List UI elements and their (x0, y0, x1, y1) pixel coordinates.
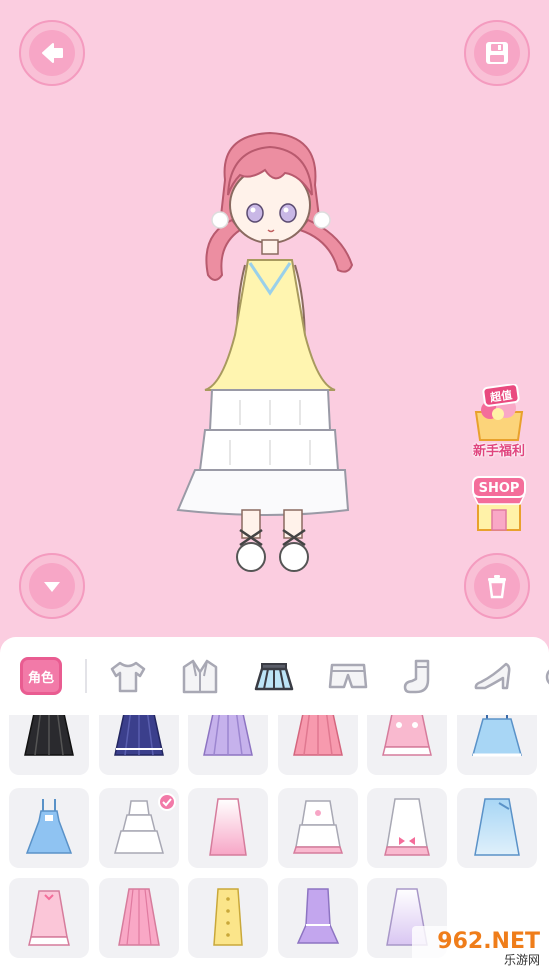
jacket-icon (182, 659, 218, 694)
skirt-item-icon (203, 715, 253, 756)
skirt-white-bow-long[interactable] (367, 788, 447, 868)
skirt-item-icon (293, 715, 343, 756)
back-button[interactable] (19, 20, 85, 86)
skirt-pink-bunny[interactable] (367, 715, 447, 775)
skirt-pink-pleated[interactable] (278, 715, 358, 775)
skirt-item-icon (384, 798, 430, 856)
skirt-blue-star-long[interactable] (457, 788, 537, 868)
skirt-item-icon (474, 798, 520, 856)
dressup-stage: 超值 新手福利 SHOP (0, 0, 549, 640)
tab-divider (85, 659, 87, 693)
skirt-item-icon (296, 888, 340, 944)
shorts-icon (328, 663, 368, 689)
tab-tops[interactable] (106, 655, 150, 699)
skirt-blue-suspender[interactable] (457, 715, 537, 775)
skirt-lavender-pleated[interactable] (188, 715, 268, 775)
watermark-subtitle: 乐游网 (503, 953, 540, 967)
skirt-item-icon (209, 798, 247, 856)
sock-icon (403, 659, 430, 694)
shop-label: SHOP (479, 481, 520, 496)
skirt-item-icon (292, 800, 344, 854)
trash-icon (474, 563, 520, 609)
clear-outfit-button[interactable] (464, 553, 530, 619)
skirt-pink-bow-long[interactable] (9, 878, 89, 958)
skirt-pink-pleated-long[interactable] (99, 878, 179, 958)
gift-basket-icon: 超值 (474, 384, 524, 441)
shop-store-icon: SHOP (472, 476, 526, 531)
site-watermark-logo: 962.NET 乐游网 (412, 926, 546, 972)
partial-tab-icon (545, 669, 549, 685)
tab-socks[interactable] (398, 655, 442, 699)
skirt-icon (254, 663, 294, 691)
skirt-navy-pleated[interactable] (99, 715, 179, 775)
skirt-item-icon (28, 890, 70, 946)
welfare-label: 新手福利 (472, 444, 525, 459)
back-arrow-icon (29, 30, 75, 76)
skirt-purple-mermaid[interactable] (278, 878, 358, 958)
selected-check-icon (158, 793, 176, 811)
skirt-item-icon (114, 715, 164, 756)
skirt-black-pleated[interactable] (9, 715, 89, 775)
character-avatar (176, 131, 354, 572)
skirt-item-icon (24, 715, 74, 756)
skirt-white-tiered[interactable] (99, 788, 179, 868)
collapse-panel-button[interactable] (19, 553, 85, 619)
tab-jackets[interactable] (178, 655, 222, 699)
skirt-pink-gradient-long[interactable] (188, 788, 268, 868)
tab-shorts[interactable] (326, 655, 370, 699)
shirt-icon (110, 661, 146, 693)
skirt-white-ruffle-pink[interactable] (278, 788, 358, 868)
watermark-brand: 962.NET (437, 929, 540, 954)
shop-button[interactable]: SHOP (462, 474, 536, 532)
save-button[interactable] (464, 20, 530, 86)
skirt-item-icon (382, 715, 432, 756)
skirt-yellow-button[interactable] (188, 878, 268, 958)
dress-item-icon (25, 799, 73, 854)
skirt-item-icon (213, 888, 243, 946)
chevron-down-icon (29, 563, 75, 609)
tab-role[interactable]: 角色 (20, 657, 62, 695)
tab-shoes[interactable] (472, 655, 516, 699)
dress-blue-pinafore[interactable] (9, 788, 89, 868)
skirt-item-icon (472, 715, 522, 757)
newbie-welfare-promo[interactable]: 超值 新手福利 (462, 384, 536, 459)
tab-more[interactable] (540, 655, 549, 699)
category-tabs: 角色 (0, 637, 549, 715)
skirt-item-icon (118, 888, 160, 946)
save-disk-icon (474, 30, 520, 76)
tab-skirts[interactable] (252, 655, 296, 699)
shoe-icon (474, 662, 511, 690)
